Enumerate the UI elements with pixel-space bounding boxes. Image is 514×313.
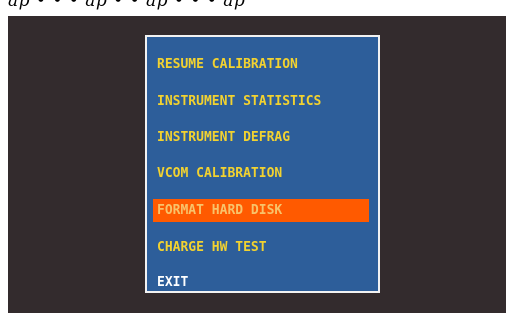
- device-screen: RESUME CALIBRATION INSTRUMENT STATISTICS…: [8, 16, 506, 313]
- menu-item-instrument-statistics[interactable]: INSTRUMENT STATISTICS: [157, 90, 369, 113]
- menu-item-instrument-defrag[interactable]: INSTRUMENT DEFRAG: [157, 126, 369, 149]
- menu-item-format-hard-disk[interactable]: FORMAT HARD DISK: [153, 199, 369, 222]
- menu-item-charge-hw-test[interactable]: CHARGE HW TEST: [157, 236, 369, 259]
- menu-item-resume-calibration[interactable]: RESUME CALIBRATION: [157, 53, 369, 76]
- cropped-caption-strip: ap • • • ap • • ap • • • ap: [0, 0, 514, 16]
- menu-item-exit[interactable]: EXIT: [157, 271, 369, 294]
- service-menu-panel: RESUME CALIBRATION INSTRUMENT STATISTICS…: [145, 35, 380, 293]
- menu-item-vcom-calibration[interactable]: VCOM CALIBRATION: [157, 162, 369, 185]
- screenshot-frame: ap • • • ap • • ap • • • ap RESUME CALIB…: [0, 0, 514, 313]
- cropped-caption-text: ap • • • ap • • ap • • • ap: [8, 0, 246, 11]
